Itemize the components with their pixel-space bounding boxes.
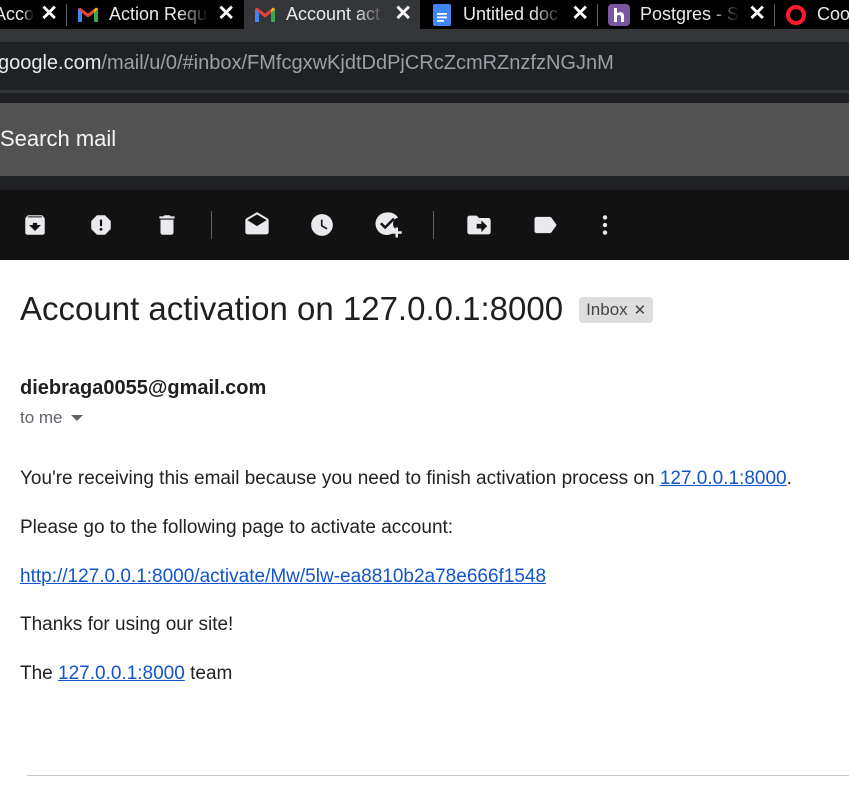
browser-tab[interactable]: Coo [775,0,849,29]
browser-tab-active[interactable]: Account act ✕ [244,0,420,29]
browser-toolbar: google.com/mail/u/0/#inbox/FMfcgxwKjdtDd… [0,29,849,93]
sender-email: diebraga0055@gmail.com [20,377,267,399]
email-paragraph-1: You're receiving this email because you … [20,468,792,490]
browser-tab[interactable]: Postgres - S ✕ [598,0,774,29]
paragraph-text: The [20,663,59,684]
label-text: Inbox [586,300,628,319]
close-tab-icon[interactable]: ✕ [217,3,235,25]
message-action-toolbar [0,190,849,260]
recipient-details[interactable]: to me [20,408,83,428]
toolbar-separator [433,211,434,239]
mark-unread-icon[interactable] [239,207,275,243]
report-spam-icon[interactable] [83,207,119,243]
paragraph-text-end: team [184,663,233,684]
archive-icon[interactable] [17,207,53,243]
tab-title: Account act [286,4,381,24]
google-docs-icon [431,3,453,26]
caret-down-icon[interactable] [70,415,83,421]
gmail-header [0,93,849,190]
opera-icon [785,4,807,26]
close-tab-icon[interactable]: ✕ [571,3,589,25]
heroku-icon [608,3,630,26]
recipient-text: to me [20,408,63,427]
address-bar[interactable]: google.com/mail/u/0/#inbox/FMfcgxwKjdtDd… [0,42,849,90]
close-tab-icon[interactable]: ✕ [394,3,412,25]
site-link[interactable]: 127.0.0.1:8000 [58,663,185,684]
email-paragraph-2: Please go to the following page to activ… [20,517,454,538]
email-paragraph-4: Thanks for using our site! [20,614,234,635]
url-host: google.com [0,52,102,74]
email-paragraph-3: http://127.0.0.1:8000/activate/Mw/5lw-ea… [20,566,546,588]
move-to-icon[interactable] [461,207,497,243]
more-options-icon[interactable] [587,207,623,243]
search-bar[interactable] [0,103,849,176]
gmail-icon [254,4,276,26]
add-to-tasks-icon[interactable] [370,207,406,243]
tab-title: Coo [817,4,849,24]
browser-tab-strip: Account act ✕ Action Requ ✕ Account act [0,0,849,29]
site-link[interactable]: 127.0.0.1:8000 [660,468,787,489]
toolbar-separator [211,211,212,239]
gmail-icon [77,4,99,26]
delete-icon[interactable] [149,207,185,243]
snooze-icon[interactable] [304,207,340,243]
email-paragraph-5: The 127.0.0.1:8000 team [20,663,232,685]
search-input[interactable] [0,121,600,157]
activation-link[interactable]: http://127.0.0.1:8000/activate/Mw/5lw-ea… [20,566,546,587]
remove-label-icon[interactable]: ✕ [634,301,647,319]
paragraph-text-end: . [786,468,792,489]
paragraph-text: You're receiving this email because you … [20,468,660,489]
labels-icon[interactable] [527,207,563,243]
tab-title: Action Requ [109,4,208,24]
browser-tab[interactable]: Untitled doc ✕ [421,0,597,29]
close-tab-icon[interactable]: ✕ [748,3,766,25]
tab-title: Postgres - S [640,4,740,24]
divider [27,775,849,776]
close-tab-icon[interactable]: ✕ [40,3,58,25]
url-text[interactable]: google.com/mail/u/0/#inbox/FMfcgxwKjdtDd… [0,52,614,75]
email-subject: Account activation on 127.0.0.1:8000 [20,290,564,327]
browser-tab[interactable]: Action Requ ✕ [67,0,243,29]
tab-title: Untitled doc [463,4,559,24]
inbox-label-chip[interactable]: Inbox ✕ [579,297,654,323]
tab-title: Account act [0,4,34,24]
browser-tab[interactable]: Account act ✕ [0,0,66,29]
url-path: /mail/u/0/#inbox/FMfcgxwKjdtDdPjCRcZcmRZ… [101,52,614,74]
email-subject-row: Account activation on 127.0.0.1:8000 Inb… [20,290,654,328]
